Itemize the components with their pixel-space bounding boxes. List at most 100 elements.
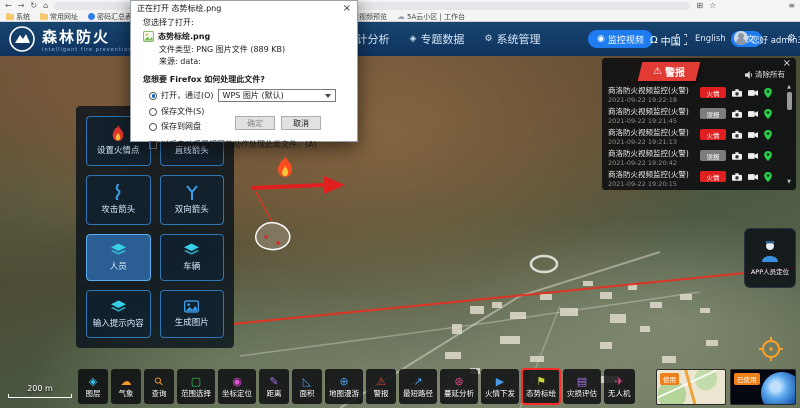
pin-icon: ◉	[232, 376, 242, 387]
video-camera-icon[interactable]	[748, 152, 758, 160]
alarm-list: 商洛防火视频监控(火警) 2021-09-22 19:22:18 火情 商洛防火…	[608, 85, 782, 190]
ok-button[interactable]: 确定	[235, 116, 275, 130]
clear-all-label: 清除所有	[755, 69, 785, 80]
source-label: 来源:	[159, 57, 178, 66]
toolbar-coordinate-locate[interactable]: ◉坐标定位	[218, 369, 256, 404]
video-camera-icon[interactable]	[748, 173, 758, 181]
close-icon[interactable]: ×	[343, 3, 351, 14]
street-map-thumbnail[interactable]: 使用	[656, 369, 726, 405]
menu-icon[interactable]: ≡	[788, 1, 795, 10]
nav-item-system-admin[interactable]: ⚙ 系统管理	[484, 31, 540, 47]
dialog-intro-text: 您选择了打开:	[143, 17, 345, 28]
monitor-video-button[interactable]: ◉ 监控视频	[588, 30, 653, 48]
toolbar-fire-dispatch[interactable]: ▶火情下发	[481, 369, 519, 404]
pencil-icon: ✎	[269, 376, 278, 387]
toolbar-distance[interactable]: ✎距离	[259, 369, 289, 404]
tool-attack-arrow[interactable]: 攻击箭头	[86, 175, 151, 225]
clear-all-button[interactable]: 清除所有	[745, 69, 785, 80]
dialog-file-meta: 文件类型: PNG 图片文件 (889 KB) 来源: data:	[143, 44, 345, 67]
status-fire-button[interactable]: 火情	[700, 129, 726, 140]
video-camera-icon[interactable]	[748, 110, 758, 118]
tool-generate-image[interactable]: 生成图片	[160, 290, 225, 338]
browser-navrow: ← → ↻ ⌂ ⊞ ☆ ≡	[0, 0, 800, 11]
map-scale-label: 200 m	[8, 384, 72, 393]
toolbar-map-roam[interactable]: ⊕地图漫游	[325, 369, 363, 404]
video-camera-icon[interactable]	[748, 89, 758, 97]
toolbar-label: 警报	[374, 388, 389, 399]
toolbar-weather[interactable]: ☁气象	[111, 369, 141, 404]
scroll-down-icon[interactable]: ▼	[785, 179, 793, 185]
radio-save-file[interactable]	[149, 108, 157, 116]
locate-crosshair-button[interactable]	[758, 336, 784, 362]
bookmark-star-icon[interactable]: ☆	[709, 1, 716, 10]
close-icon[interactable]: ×	[783, 58, 791, 69]
alarm-scrollbar[interactable]: ▲ ▼	[785, 84, 793, 185]
tool-split-arrow[interactable]: 双向箭头	[160, 175, 225, 225]
back-icon[interactable]: ←	[5, 1, 12, 10]
tool-label: 输入提示内容	[93, 317, 144, 329]
status-false-alarm-button[interactable]: 误报	[700, 150, 726, 161]
reload-icon[interactable]: ↻	[30, 1, 37, 10]
location-pin-icon[interactable]	[764, 151, 772, 161]
earth-view-thumbnail[interactable]: 已使用	[730, 369, 796, 405]
location-pin-icon[interactable]	[764, 130, 772, 140]
camera-icon[interactable]	[732, 110, 742, 118]
bookmark-item[interactable]: 系统	[6, 12, 30, 22]
toolbar-area[interactable]: ◺面积	[292, 369, 322, 404]
location-pin-icon[interactable]	[764, 109, 772, 119]
status-fire-button[interactable]: 火情	[700, 171, 726, 182]
open-with-dropdown[interactable]: WPS 图片 (默认)	[218, 89, 336, 102]
lang-english[interactable]: English	[690, 32, 731, 46]
nav-item-thematic-data[interactable]: ◈ 专题数据	[410, 31, 465, 47]
bookmark-item[interactable]: 常用网址	[40, 12, 78, 22]
camera-icon[interactable]	[732, 152, 742, 160]
layers-icon	[111, 300, 126, 314]
fullscreen-icon[interactable]	[676, 34, 687, 45]
screen: 200 m ← → ↻ ⌂ ⊞ ☆ ≡ 系统 常用网址	[0, 0, 800, 408]
toolbar-range-select[interactable]: ▢范围选择	[177, 369, 215, 404]
map-scale: 200 m	[8, 384, 72, 398]
radio-save-to-cloud-label: 保存到网盘	[161, 121, 201, 132]
toolbar-spread-analysis[interactable]: ⊛蔓延分析	[440, 369, 478, 404]
scroll-thumb[interactable]	[787, 92, 792, 110]
toolbar-damage-assessment[interactable]: ▤灾损评估	[563, 369, 601, 404]
tool-vehicle[interactable]: 车辆	[160, 234, 225, 282]
remember-action-checkbox[interactable]	[149, 141, 157, 149]
toolbar-search[interactable]: ⚲查询	[144, 369, 174, 404]
camera-icon[interactable]	[732, 173, 742, 181]
layers-icon	[184, 243, 199, 257]
avatar[interactable]	[734, 31, 748, 45]
app-personnel-locator-button[interactable]: APP人员定位	[744, 228, 796, 288]
flame-icon	[111, 125, 125, 141]
speaker-icon	[745, 71, 753, 79]
toolbar-label: 图层	[86, 388, 101, 399]
toolbar-alarm[interactable]: ⚠警报	[366, 369, 396, 404]
tool-personnel[interactable]: 人员	[86, 234, 151, 282]
scroll-up-icon[interactable]: ▲	[785, 84, 793, 90]
toolbar-shortest-path[interactable]: ↗最短路径	[399, 369, 437, 404]
forward-icon[interactable]: →	[18, 1, 25, 10]
radio-open-with[interactable]	[149, 92, 157, 100]
status-false-alarm-button[interactable]: 误报	[700, 108, 726, 119]
location-pin-icon[interactable]	[764, 88, 772, 98]
toolbar-layers[interactable]: ◈图层	[78, 369, 108, 404]
radio-save-to-cloud[interactable]	[149, 123, 157, 131]
toolbar-situation-plotting[interactable]: ⚑态势标绘	[522, 369, 560, 404]
bookmark-item[interactable]: ☁ 5A云小区 | 工作台	[397, 12, 465, 22]
alarm-ribbon: ⚠ 警报	[638, 62, 701, 81]
cancel-button[interactable]: 取消	[281, 116, 321, 130]
toolbar-drone[interactable]: ✈无人机	[604, 369, 635, 404]
radio-open-with-label: 打开，通过(O)	[161, 90, 214, 101]
tool-input-prompt[interactable]: 输入提示内容	[86, 290, 151, 338]
camera-icon[interactable]	[732, 131, 742, 139]
document-icon: ▤	[577, 376, 587, 387]
location-pin-icon[interactable]	[764, 172, 772, 182]
bookmark-label: 系统	[16, 12, 30, 22]
video-camera-icon[interactable]	[748, 131, 758, 139]
alarm-row: 商洛防火视频监控(火警) 2021-09-22 19:21:45 误报	[608, 106, 782, 127]
status-fire-button[interactable]: 火情	[700, 87, 726, 98]
apps-icon[interactable]: ⊞	[696, 1, 703, 10]
settings-gear-icon[interactable]: ⚙	[787, 33, 796, 44]
camera-icon[interactable]	[732, 89, 742, 97]
home-icon[interactable]: ⌂	[43, 1, 48, 10]
